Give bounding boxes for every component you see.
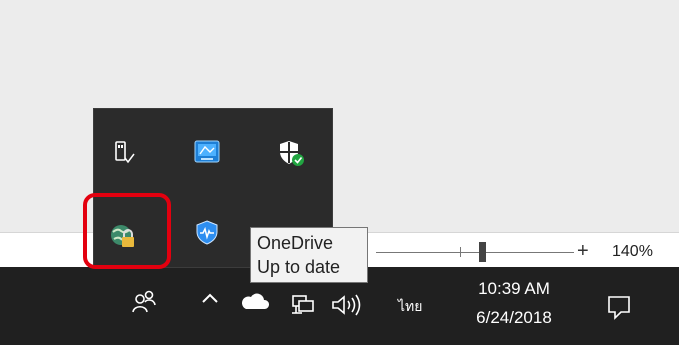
show-hidden-icons-chevron-icon[interactable] [199,287,221,314]
clock-time: 10:39 AM [478,279,550,298]
onedrive-tooltip: OneDrive Up to date [250,227,368,283]
onedrive-cloud-icon[interactable] [240,291,270,316]
tooltip-status: Up to date [257,257,341,277]
monitor-settings-icon[interactable] [193,139,221,167]
clock[interactable]: 10:39 AM 6/24/2018 [464,274,564,332]
windows-security-icon[interactable] [277,139,305,167]
zoom-slider-track[interactable] [376,252,574,253]
people-icon[interactable] [131,289,157,320]
network-icon[interactable] [290,293,316,322]
zoom-level[interactable]: 140% [612,243,653,261]
action-center-icon[interactable] [606,294,632,325]
zoom-slider-center-tick [460,247,461,257]
tooltip-title: OneDrive [257,233,334,253]
clock-date: 6/24/2018 [476,308,552,327]
volume-speaker-icon[interactable] [330,294,364,321]
zoom-in-button[interactable]: + [577,239,589,263]
shield-heartbeat-icon[interactable] [193,219,221,247]
usb-eject-icon[interactable] [109,139,137,167]
highlight-box [83,193,171,269]
input-language-indicator[interactable]: ไทย [398,296,422,318]
zoom-slider-thumb[interactable] [479,242,486,262]
